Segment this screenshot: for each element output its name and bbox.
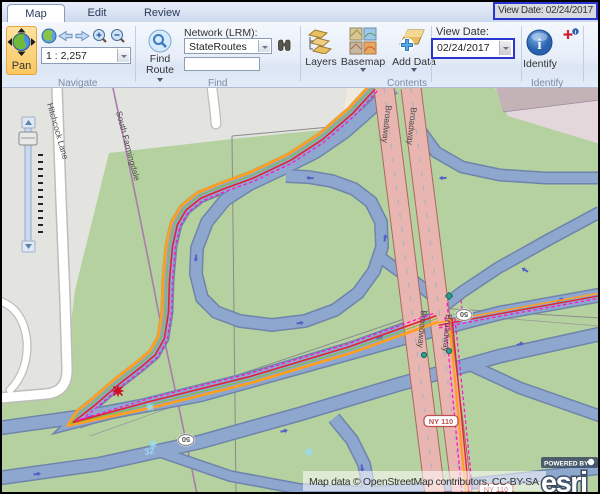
- svg-text:Map data © OpenStreetMap contr: Map data © OpenStreetMap contributors, C…: [309, 476, 539, 488]
- svg-text:32: 32: [144, 445, 156, 457]
- svg-text:i: i: [537, 37, 541, 53]
- svg-text:esri: esri: [541, 467, 587, 492]
- svg-text:50: 50: [460, 310, 468, 319]
- svg-text:Pan: Pan: [12, 60, 32, 72]
- svg-text:50: 50: [182, 435, 190, 444]
- svg-text:NY 110: NY 110: [429, 417, 453, 426]
